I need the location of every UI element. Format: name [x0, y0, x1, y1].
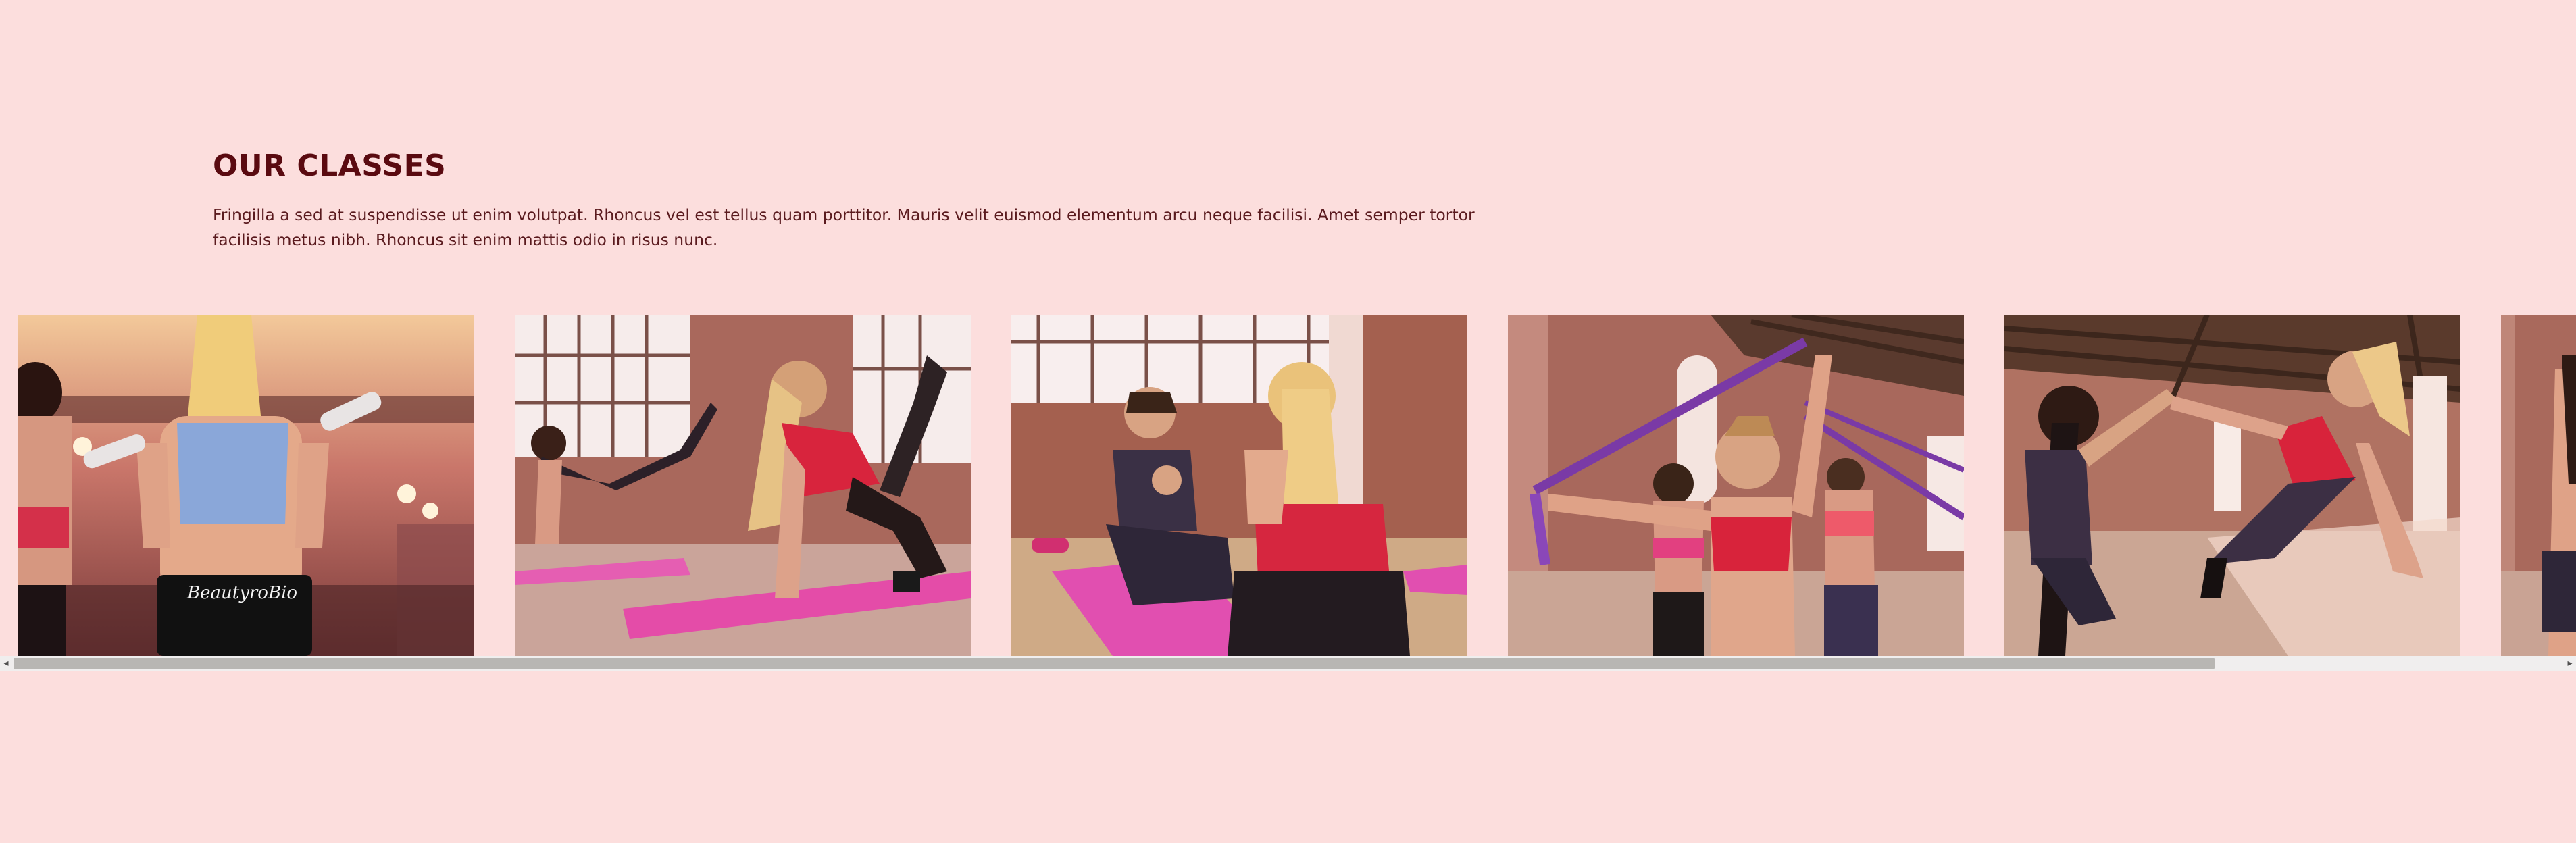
section-title: OUR CLASSES [213, 149, 447, 183]
gallery-scrollbar[interactable]: ◂ ▸ [0, 656, 2576, 671]
photo-leg-raise-class [515, 315, 971, 656]
scroll-left-arrow-icon[interactable]: ◂ [0, 656, 12, 671]
photo-dumbbell-class: BeautyroBio [18, 315, 474, 656]
gallery-image-1[interactable]: BeautyroBio [18, 315, 474, 656]
page: OUR CLASSES Fringilla a sed at suspendis… [0, 0, 2576, 843]
gallery-image-6[interactable] [2501, 315, 2576, 656]
class-gallery[interactable]: BeautyroBio [0, 315, 2576, 656]
photo-resistance-bands [1508, 315, 1964, 656]
gallery-image-2[interactable] [515, 315, 971, 656]
shirt-text: BeautyroBio [186, 583, 297, 603]
photo-high-five [2004, 315, 2460, 656]
scroll-right-arrow-icon[interactable]: ▸ [2564, 656, 2576, 671]
classes-intro: OUR CLASSES Fringilla a sed at suspendis… [213, 147, 1496, 253]
scrollbar-thumb[interactable] [14, 658, 2215, 669]
photo-partial [2501, 315, 2576, 656]
gallery-image-4[interactable] [1508, 315, 1964, 656]
photo-mat-conversation [1011, 315, 1467, 656]
gallery-image-3[interactable] [1011, 315, 1467, 656]
section-description: Fringilla a sed at suspendisse ut enim v… [213, 205, 1475, 249]
gallery-image-5[interactable] [2004, 315, 2460, 656]
